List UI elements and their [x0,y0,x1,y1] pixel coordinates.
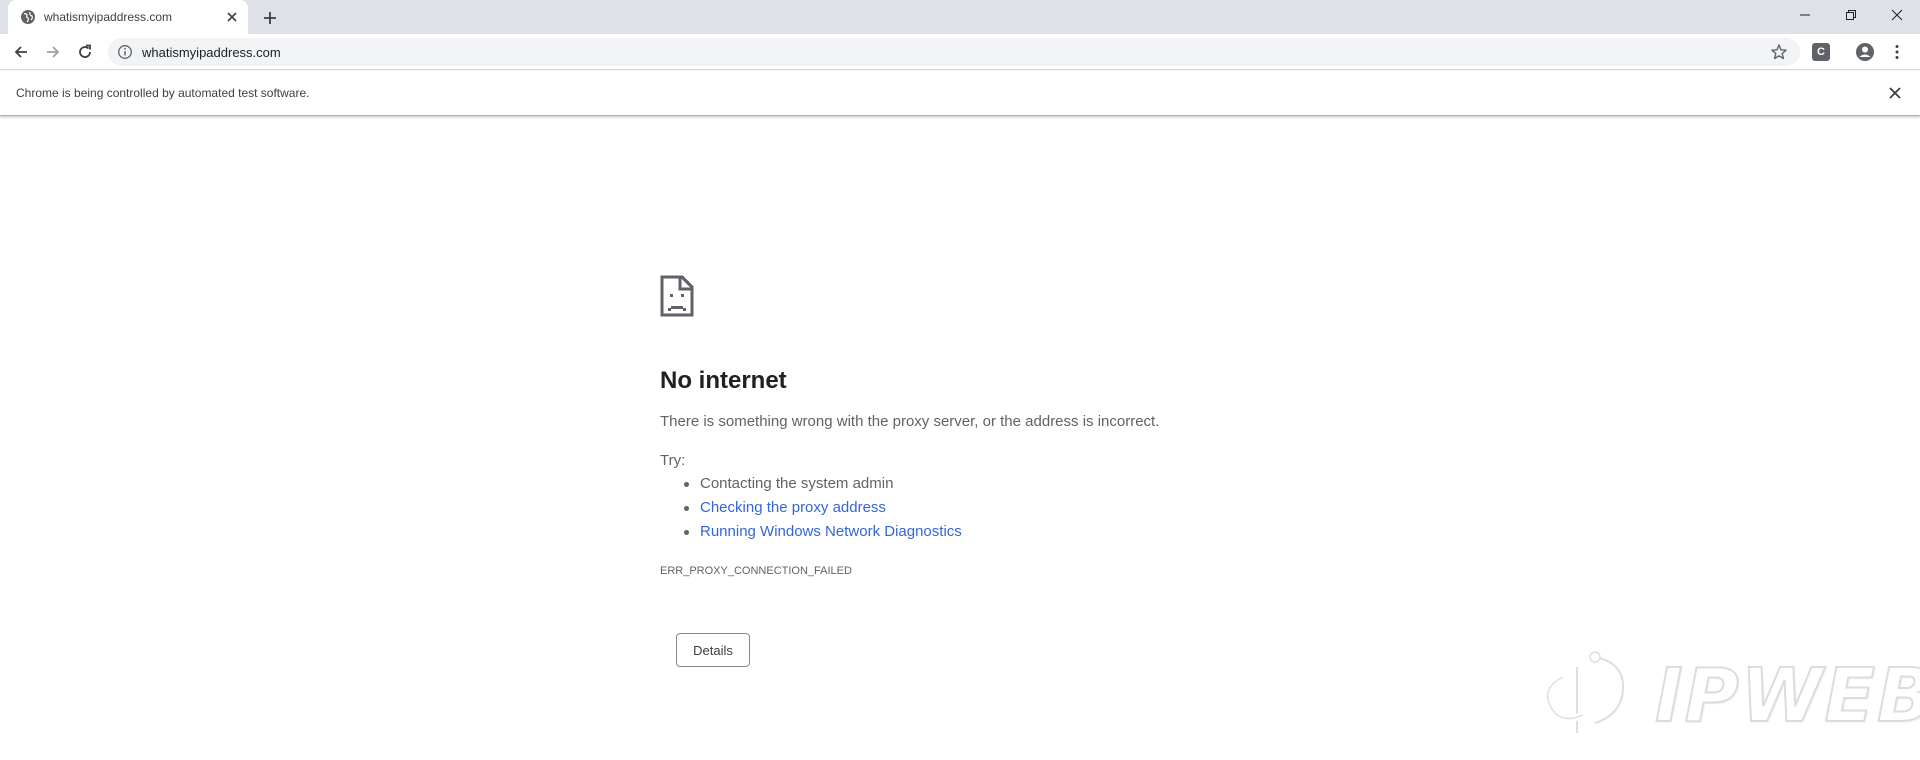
list-item: Checking the proxy address [660,499,962,523]
minimize-button[interactable] [1782,0,1828,30]
watermark-text: IPWEB [1654,652,1920,740]
bullet-icon [684,530,689,535]
close-icon[interactable] [1886,84,1904,102]
network-diagnostics-link[interactable]: Running Windows Network Diagnostics [700,523,962,540]
automation-infobar: Chrome is being controlled by automated … [0,71,1920,116]
extension-button[interactable]: C [1812,43,1830,61]
minimize-icon [1800,14,1810,16]
restore-button[interactable] [1828,0,1874,30]
watermark-logo: IPWEB [1525,645,1920,745]
check-proxy-link[interactable]: Checking the proxy address [700,499,886,516]
url-text[interactable]: whatismyipaddress.com [142,45,281,60]
menu-button[interactable] [1884,39,1910,65]
close-window-button[interactable] [1874,0,1920,30]
reload-icon [79,44,91,58]
page-title: No internet [660,367,787,394]
globe-icon [21,10,35,24]
list-item: Contacting the system admin [660,475,962,499]
back-button[interactable] [8,39,34,65]
try-label: Try: [660,452,686,469]
sad-page-icon [660,275,694,317]
plus-icon[interactable] [258,6,282,30]
close-icon [1891,9,1903,21]
details-button[interactable]: Details [676,633,750,667]
profile-button[interactable] [1852,39,1878,65]
error-summary: There is something wrong with the proxy … [660,413,1160,430]
arrow-left-icon [14,46,27,58]
kebab-menu-icon [1895,45,1899,59]
forward-button[interactable] [40,39,66,65]
error-code: ERR_PROXY_CONNECTION_FAILED [660,565,852,577]
account-circle-icon [1856,43,1874,61]
browser-tab[interactable]: whatismyipaddress.com [8,0,248,34]
tab-title: whatismyipaddress.com [44,10,173,24]
ipweb-logo-icon [1544,651,1628,738]
info-icon[interactable] [117,44,133,60]
list-item: Running Windows Network Diagnostics [660,523,962,547]
address-bar[interactable]: whatismyipaddress.com [108,38,1800,66]
suggestion-text: Contacting the system admin [700,475,894,492]
star-icon[interactable] [1770,43,1788,61]
restore-icon [1846,10,1856,20]
browser-toolbar: whatismyipaddress.com C [0,34,1920,70]
tab-strip: whatismyipaddress.com [0,0,1920,34]
arrow-right-icon [47,46,60,58]
suggestion-list: Contacting the system admin Checking the… [660,475,962,547]
bullet-icon [684,506,689,511]
close-icon[interactable] [222,7,242,27]
bullet-icon [684,482,689,487]
reload-button[interactable] [72,39,98,65]
infobar-message: Chrome is being controlled by automated … [16,86,310,100]
